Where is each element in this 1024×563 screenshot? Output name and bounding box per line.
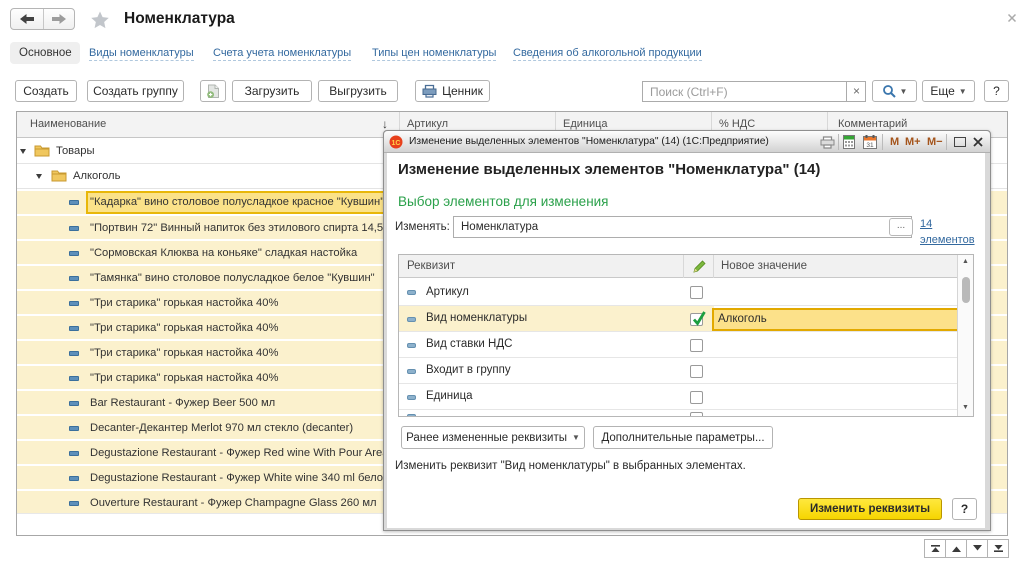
svg-text:31: 31 [866, 142, 874, 149]
svg-text:1С: 1С [392, 140, 401, 147]
